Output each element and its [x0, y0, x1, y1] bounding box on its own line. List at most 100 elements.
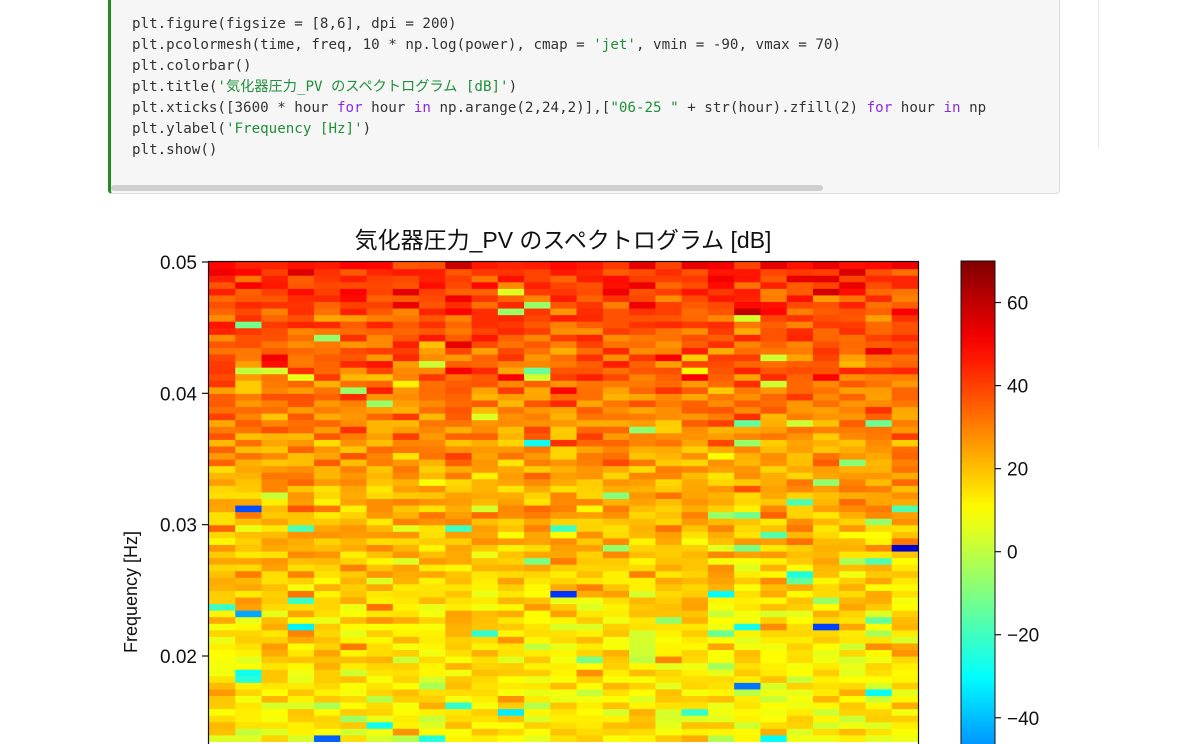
heatmap-cell	[681, 281, 709, 289]
heatmap-cell	[839, 281, 867, 289]
heatmap-cell	[340, 570, 368, 578]
heatmap-cell	[602, 347, 630, 355]
heatmap-cell	[314, 294, 341, 302]
heatmap-cell	[812, 419, 840, 427]
heatmap-cell	[524, 688, 551, 696]
heatmap-cell	[839, 669, 867, 677]
heatmap-cell	[497, 478, 525, 486]
colorbar-tick-label: 40	[1007, 377, 1028, 398]
heatmap-cell	[261, 688, 289, 696]
heatmap-cell	[655, 485, 683, 493]
heatmap-cell	[445, 327, 473, 335]
heatmap-cell	[419, 629, 446, 637]
heatmap-cell	[392, 701, 420, 710]
heatmap-cell	[812, 380, 840, 388]
heatmap-cell	[629, 334, 657, 342]
heatmap-cell	[707, 642, 735, 651]
heatmap-cell	[261, 452, 289, 460]
heatmap-cell	[786, 281, 814, 289]
heatmap-cell	[314, 406, 341, 414]
heatmap-cell	[891, 610, 919, 618]
heatmap-cell	[550, 642, 578, 651]
heatmap-cell	[366, 531, 394, 539]
heatmap-cell	[366, 734, 394, 742]
heatmap-cell	[681, 531, 709, 539]
heatmap-cell	[366, 721, 394, 729]
heatmap-cell	[760, 373, 788, 381]
heatmap-cell	[471, 557, 499, 565]
heatmap-cell	[865, 675, 893, 683]
heatmap-cell	[812, 734, 840, 742]
heatmap-cell	[209, 406, 236, 414]
heatmap-cell	[576, 728, 604, 736]
heatmap-cell	[497, 623, 525, 631]
heatmap-cell	[366, 675, 394, 683]
heatmap-cell	[629, 426, 657, 434]
heatmap-cell	[629, 294, 657, 302]
heatmap-cell	[366, 511, 394, 519]
heatmap-cell	[681, 275, 709, 283]
heatmap-cell	[550, 518, 578, 526]
heatmap-cell	[314, 288, 341, 296]
heatmap-cell	[602, 445, 630, 454]
heatmap-cell	[340, 531, 368, 539]
heatmap-cell	[366, 360, 394, 368]
heatmap-cell	[707, 347, 735, 355]
heatmap-cell	[681, 623, 709, 631]
heatmap-cell	[550, 590, 578, 598]
heatmap-cell	[366, 485, 394, 493]
heatmap-cell	[839, 715, 867, 723]
heatmap-cell	[550, 596, 578, 605]
heatmap-cell	[497, 452, 525, 460]
heatmap-cell	[707, 445, 735, 454]
heatmap-cell	[287, 439, 315, 447]
heatmap-cell	[681, 544, 709, 552]
heatmap-cell	[235, 393, 263, 401]
heatmap-cell	[839, 531, 867, 539]
heatmap-cell	[209, 294, 236, 302]
heatmap-cell	[655, 518, 683, 526]
heatmap-cell	[497, 321, 525, 329]
heatmap-cell	[287, 734, 315, 742]
heatmap-cell	[891, 426, 919, 434]
heatmap-cell	[261, 518, 289, 526]
heatmap-cell	[471, 695, 499, 703]
heatmap-cell	[681, 616, 709, 624]
heatmap-cell	[576, 715, 604, 723]
heatmap-cell	[602, 721, 630, 729]
heatmap-cell	[471, 518, 499, 526]
heatmap-cell	[576, 596, 604, 605]
heatmap-cell	[471, 472, 499, 480]
heatmap-cell	[366, 452, 394, 460]
heatmap-cell	[314, 721, 341, 729]
heatmap-cell	[707, 406, 735, 414]
heatmap-cell	[261, 734, 289, 742]
heatmap-cell	[681, 353, 709, 362]
heatmap-cell	[497, 636, 525, 644]
heatmap-cell	[261, 596, 289, 605]
heatmap-cell	[419, 623, 446, 631]
heatmap-cell	[786, 314, 814, 322]
heatmap-cell	[734, 406, 762, 414]
heatmap-cell	[655, 406, 683, 414]
heatmap-cell	[497, 491, 525, 499]
heatmap-cell	[366, 518, 394, 526]
heatmap-cell	[602, 413, 630, 421]
heatmap-cell	[891, 386, 919, 394]
heatmap-cell	[471, 491, 499, 499]
heatmap-cell	[576, 662, 604, 670]
heatmap-cell	[655, 688, 683, 696]
heatmap-cell	[812, 399, 840, 408]
heatmap-cell	[576, 708, 604, 716]
heatmap-cell	[340, 301, 368, 309]
heatmap-cell	[340, 721, 368, 729]
heatmap-cell	[524, 669, 551, 677]
heatmap-cell	[760, 708, 788, 716]
heatmap-cell	[707, 262, 735, 270]
heatmap-cell	[550, 557, 578, 565]
heatmap-cell	[786, 537, 814, 545]
heatmap-cell	[314, 537, 341, 545]
heatmap-cell	[445, 564, 473, 572]
heatmap-cell	[734, 734, 762, 742]
heatmap-cell	[366, 701, 394, 710]
